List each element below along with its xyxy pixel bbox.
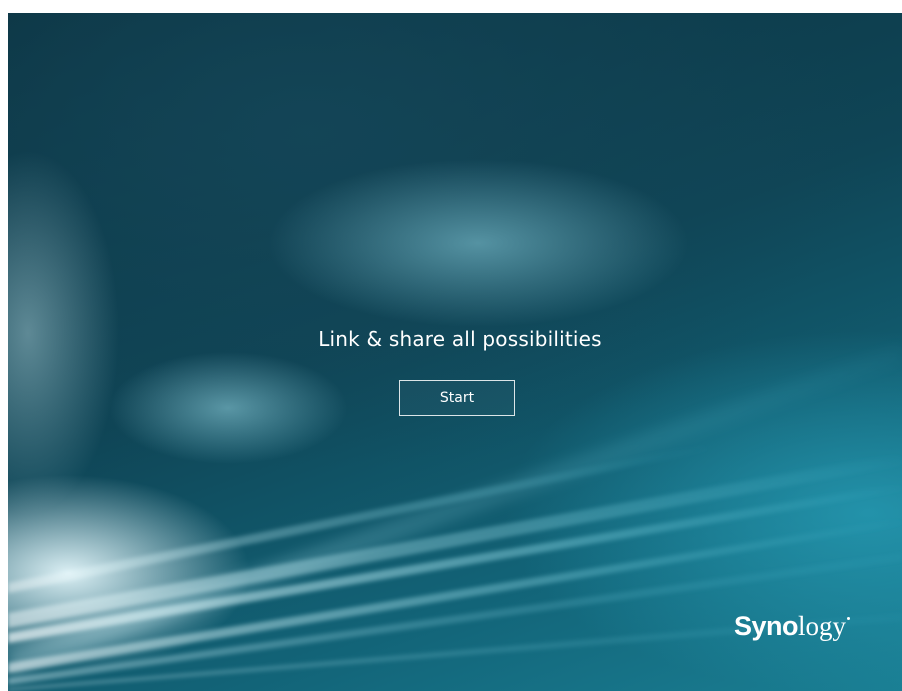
- logo-dot-icon: [847, 617, 851, 620]
- welcome-screen: Link & share all possibilities Start Syn…: [8, 13, 902, 691]
- logo-text-bold: Syno: [734, 611, 799, 641]
- start-button[interactable]: Start: [399, 380, 515, 416]
- logo-text-light: logy: [798, 611, 847, 641]
- synology-logo: Synology: [734, 611, 851, 641]
- tagline: Link & share all possibilities: [318, 327, 602, 351]
- welcome-content: Link & share all possibilities Start Syn…: [8, 13, 902, 691]
